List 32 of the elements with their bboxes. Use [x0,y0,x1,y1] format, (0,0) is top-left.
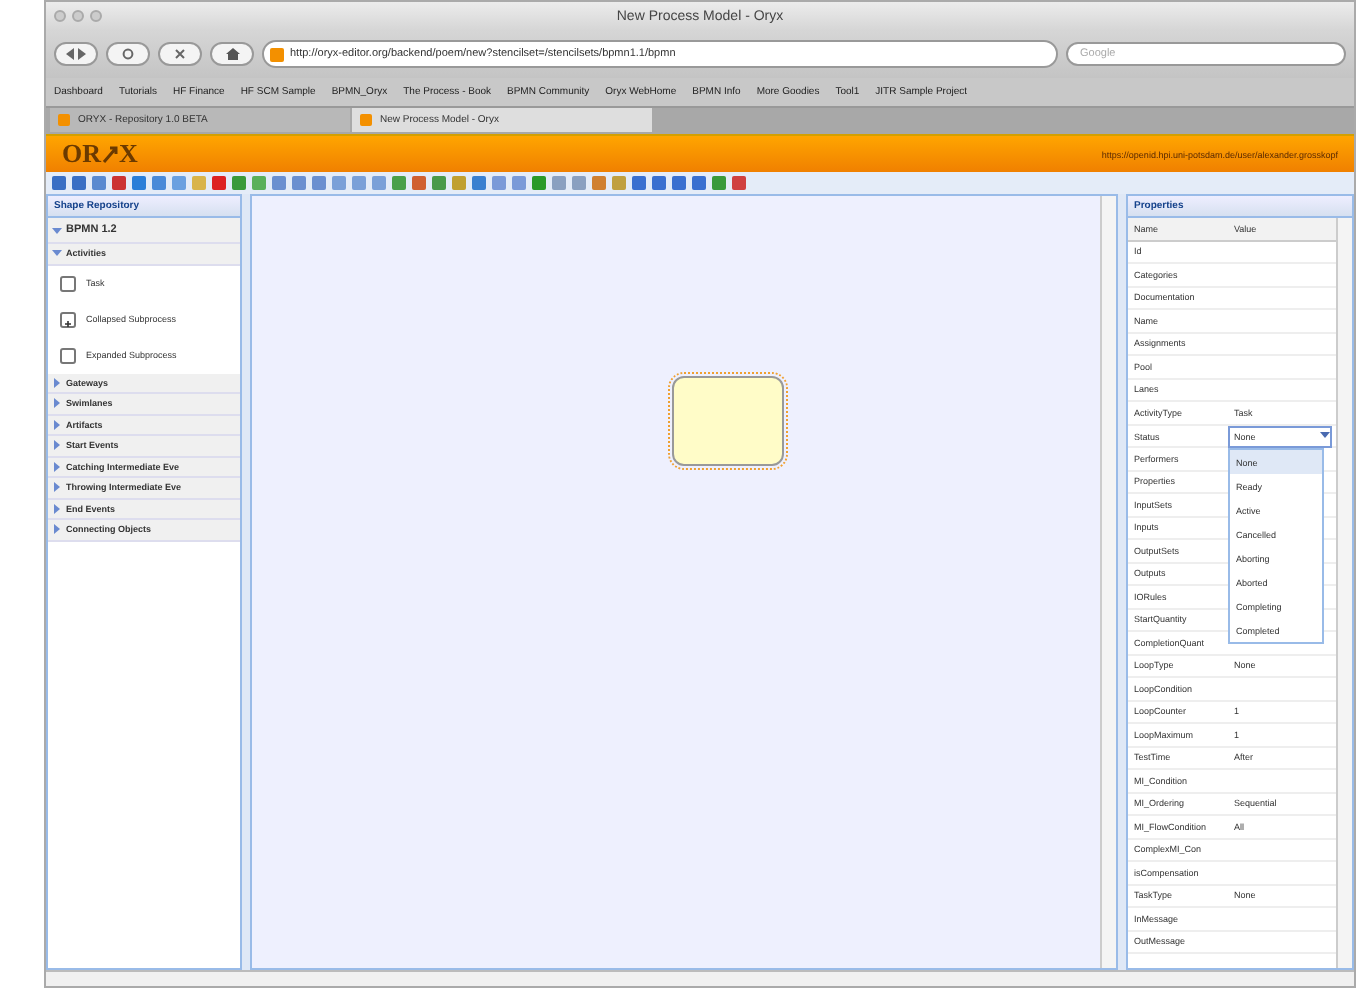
close-button[interactable] [54,10,66,22]
site-icon [360,114,372,126]
reload-button[interactable] [106,42,150,66]
logo-text: OR [62,138,101,170]
collapsed-arrow-icon[interactable] [52,419,62,430]
collapsed-arrow-icon[interactable] [52,482,62,493]
collapsed-arrow-icon[interactable] [52,524,62,535]
collapsed-arrow-icon[interactable] [52,503,62,514]
task-shape[interactable] [672,376,784,466]
expanded-arrow-icon[interactable] [52,248,62,259]
close-icon [174,48,186,60]
back-forward-button[interactable] [54,42,98,66]
site-icon [58,114,70,126]
expanded-arrow-icon[interactable] [52,225,62,235]
stop-button[interactable] [158,42,202,66]
subprocess-icon [60,311,76,327]
caret-icon [1320,432,1330,440]
collapsed-arrow-icon[interactable] [52,461,62,472]
task-icon [60,347,76,363]
minimize-button[interactable] [72,10,84,22]
reload-icon [122,48,134,60]
logo-text: X [119,138,138,170]
collapsed-arrow-icon[interactable] [52,440,62,451]
home-button[interactable] [210,42,254,66]
collapsed-arrow-icon[interactable] [52,398,62,409]
site-icon [270,47,284,61]
arrow-logo-icon [101,144,119,164]
task-icon [60,275,76,291]
collapsed-arrow-icon[interactable] [52,377,62,388]
home-icon [225,48,239,60]
zoom-button[interactable] [90,10,102,22]
back-forward-arrows-icon [64,48,88,60]
